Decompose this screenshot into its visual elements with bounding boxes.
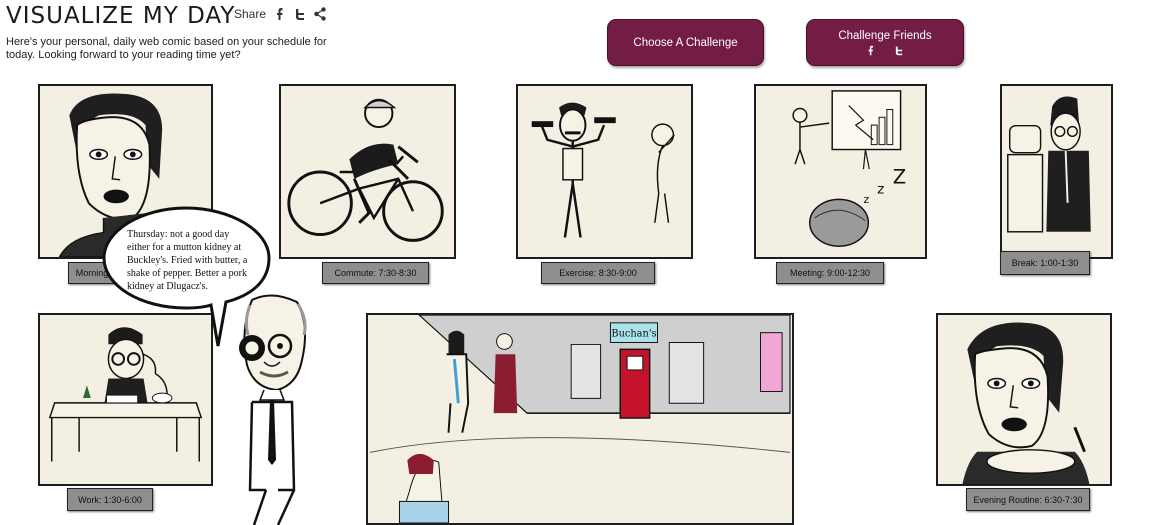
intro-text: Here's your personal, daily web comic ba… (6, 36, 327, 61)
panel-caption: Commute: 7:30-8:30 (322, 262, 429, 284)
comic-panel-break[interactable] (1000, 84, 1113, 259)
panel-caption: Exercise: 8:30-9:00 (541, 262, 655, 284)
narrator-character (222, 290, 322, 525)
comic-panel-exercise[interactable] (516, 84, 693, 259)
presentation-sleeping-illustration: z z Z (792, 90, 906, 247)
water-cooler-illustration (1007, 96, 1091, 233)
street-sign: Buchan's (611, 329, 656, 340)
comic-panel-evening[interactable] (936, 313, 1112, 486)
cyclist-illustration (287, 98, 444, 242)
panel-caption: Meeting: 9:00-12:30 (776, 262, 884, 284)
panel-caption: Break: 1:00-1:30 (1000, 251, 1090, 275)
share-bar: Share (234, 7, 326, 21)
share-label: Share (234, 7, 267, 21)
facebook-icon[interactable] (866, 45, 876, 56)
twitter-icon[interactable] (894, 45, 904, 56)
challenge-friends-button[interactable]: Challenge Friends (806, 19, 964, 66)
svg-text:Z: Z (893, 166, 906, 189)
svg-text:z: z (877, 181, 884, 197)
old-man-illustration (239, 294, 307, 525)
comic-panel-meeting[interactable]: z z Z (754, 84, 927, 259)
street-bakery-illustration: Buchan's (369, 315, 791, 523)
site-title: VISUALIZE MY DAY (6, 3, 236, 29)
panel-caption: Work: 1:30-6:00 (67, 488, 153, 511)
woman-dinner-illustration (962, 322, 1090, 484)
svg-text:z: z (863, 193, 869, 206)
comic-panel-commute[interactable] (279, 84, 456, 259)
facebook-icon[interactable] (274, 7, 286, 21)
choose-challenge-label: Choose A Challenge (633, 36, 738, 49)
choose-challenge-button[interactable]: Choose A Challenge (607, 19, 764, 66)
challenge-friends-label: Challenge Friends (838, 29, 932, 42)
twitter-icon[interactable] (294, 7, 306, 21)
dumbbells-illustration (531, 102, 675, 238)
comic-panel-street[interactable]: Buchan's (366, 313, 794, 525)
speech-bubble-text: Thursday: not a good day either for a mu… (127, 229, 248, 292)
panel-caption: Evening Routine: 6:30-7:30 (966, 488, 1090, 511)
share-icon[interactable] (314, 7, 326, 21)
